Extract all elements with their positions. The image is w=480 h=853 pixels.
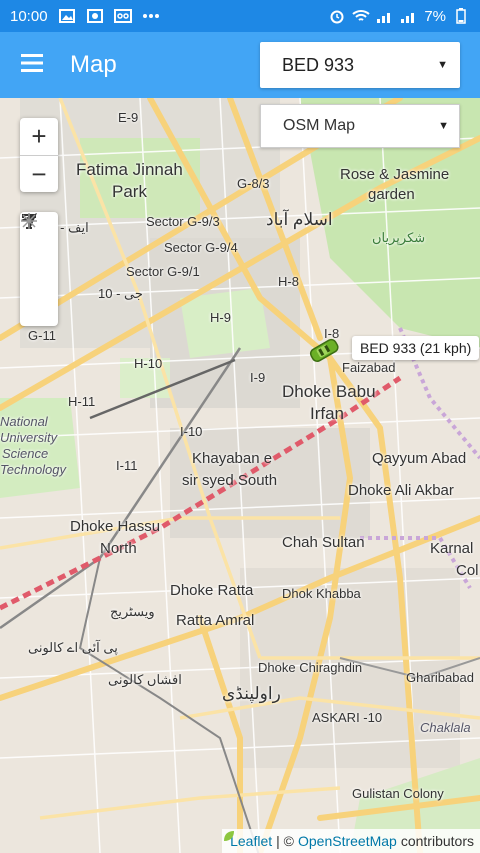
osm-link[interactable]: OpenStreetMap [298, 833, 397, 849]
zoom-out-button[interactable]: − [20, 155, 58, 192]
map-label: Science [2, 446, 49, 461]
app-bar: Map BED 933 ▼ [0, 32, 480, 98]
map-label: Sector G-9/4 [164, 240, 238, 255]
map-label: Karnal [430, 540, 474, 557]
map-label: ASKARI -10 [312, 710, 383, 725]
map-label: G-8/3 [237, 176, 270, 191]
map-label: Dhoke Ratta [170, 582, 254, 599]
dropdown-caret-icon: ▼ [437, 59, 448, 71]
map-label: H-9 [210, 310, 231, 325]
map-label: sir syed South [182, 472, 278, 489]
map-label: North [100, 540, 137, 557]
map-label: Col [456, 562, 479, 579]
leaflet-link[interactable]: Leaflet [230, 833, 272, 849]
map-layer-select[interactable]: OSM Map ▼ [260, 104, 460, 148]
map-label: اسلام آباد [266, 210, 333, 229]
vehicle-marker[interactable] [306, 338, 342, 362]
map-label: Irfan [310, 404, 345, 423]
vehicle-tooltip: BED 933 (21 kph) [352, 336, 480, 360]
map-label: Dhoke Babu [282, 382, 376, 401]
battery-icon [452, 8, 470, 24]
map-label: Gharibabad [406, 670, 474, 685]
signal-2-icon [400, 8, 418, 24]
map-label: Chaklala [420, 720, 471, 735]
vehicle-select[interactable]: BED 933 ▼ [260, 42, 460, 88]
map-label: Dhok Khabba [282, 586, 361, 601]
map-label: Khayaban e [192, 450, 273, 467]
zoom-control: + − [20, 118, 58, 192]
hamburger-icon [21, 53, 43, 78]
map-label: University [0, 430, 58, 445]
map[interactable]: E-9 Fatima Jinnah Park G-8/3 Rose & Jasm… [0, 98, 480, 853]
map-label: راولپنڈی [222, 684, 281, 703]
text-tool-button[interactable] [20, 214, 58, 288]
vehicle-select-value: BED 933 [282, 54, 355, 75]
map-label: ویسٹریج [110, 604, 155, 619]
map-label: جی - 10 [98, 286, 143, 301]
map-label: G-11 [28, 328, 56, 343]
map-label: Gulistan Colony [352, 786, 444, 801]
image-icon [58, 8, 76, 24]
map-label: Dhoke Chiraghdin [258, 660, 363, 675]
map-label: Park [112, 182, 147, 201]
map-label: Dhoke Hassu [70, 518, 161, 535]
attribution-separator: | © [276, 833, 294, 849]
map-label: H-11 [68, 394, 96, 409]
map-label: شکرپریاں [372, 230, 426, 245]
map-label: garden [368, 186, 415, 203]
map-label: Rose & Jasmine [340, 166, 450, 183]
alarm-icon [328, 8, 346, 24]
status-time: 10:00 [10, 7, 48, 25]
app-title: Map [70, 51, 117, 78]
map-label: I-11 [116, 458, 138, 473]
map-label: Technology [0, 462, 67, 477]
menu-button[interactable] [0, 32, 64, 98]
sparkle-tool-button[interactable] [20, 213, 58, 326]
map-label: Fatima Jinnah [76, 160, 183, 179]
map-label: National [0, 414, 48, 429]
gallery-icon [86, 8, 104, 24]
more-icon [142, 8, 160, 24]
attribution-suffix: contributors [400, 833, 474, 849]
map-label: E-9 [118, 110, 139, 125]
status-bar: 10:00 7% [0, 0, 480, 32]
map-label: Sector G-9/1 [126, 264, 200, 279]
map-label: افشاں کالونی [108, 672, 182, 687]
map-label: Qayyum Abad [372, 450, 467, 467]
wifi-icon [352, 8, 370, 24]
dropdown-caret-icon: ▼ [438, 120, 449, 132]
map-label: H-8 [278, 274, 299, 289]
map-label: Ratta Amral [176, 612, 255, 629]
map-layer-select-value: OSM Map [283, 117, 356, 134]
voicemail-icon [113, 8, 132, 24]
map-label: H-10 [134, 356, 163, 371]
battery-percent: 7% [424, 7, 446, 25]
map-label: I-10 [180, 424, 203, 439]
map-label: Chah Sultan [282, 534, 365, 551]
map-label: I-9 [250, 370, 266, 385]
map-label: Faizabad [342, 360, 396, 375]
map-tools-control [20, 212, 58, 326]
zoom-in-button[interactable]: + [20, 118, 58, 155]
map-label: پی آئی اے کالونی [28, 640, 118, 655]
map-label: Sector G-9/3 [146, 214, 220, 229]
map-attribution: Leaflet | © OpenStreetMap contributors [222, 829, 480, 853]
map-label: Dhoke Ali Akbar [348, 482, 454, 499]
signal-icon [376, 8, 394, 24]
